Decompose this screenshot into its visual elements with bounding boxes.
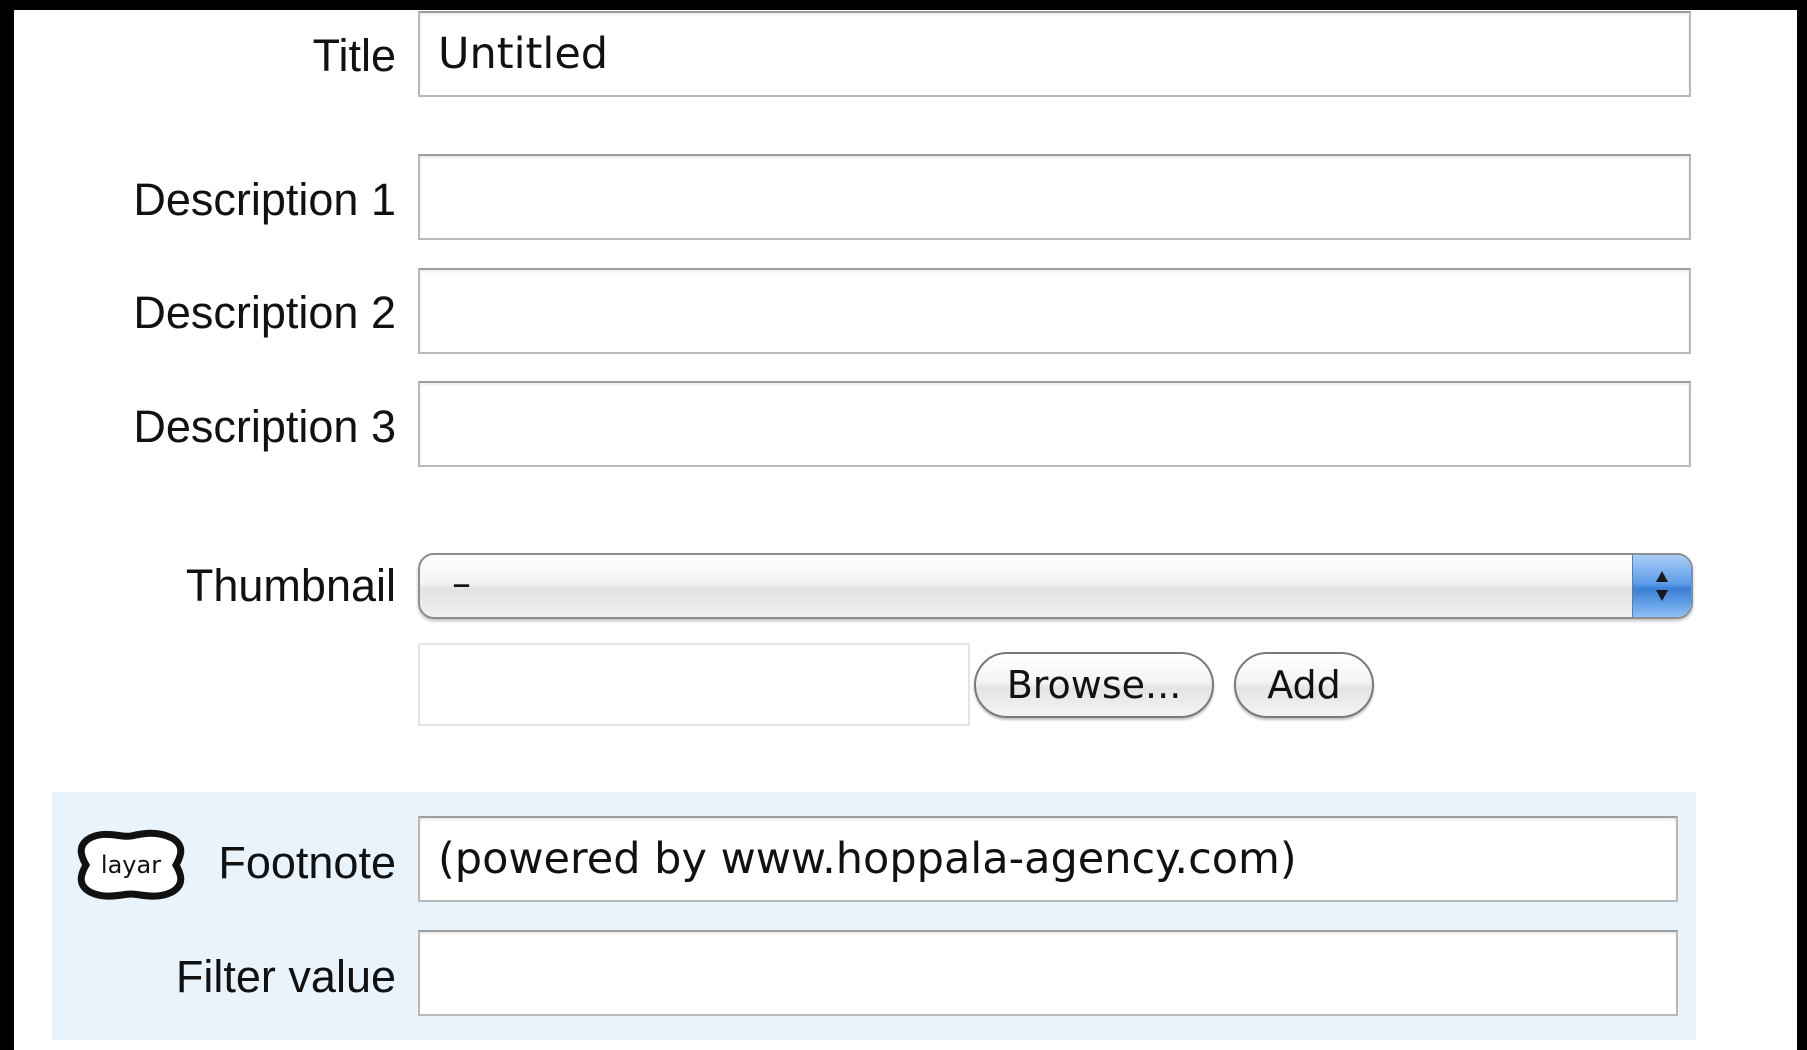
description-2-label: Description 2 [133, 287, 396, 338]
description-3-input[interactable] [418, 381, 1691, 467]
description-1-input[interactable] [418, 154, 1691, 240]
title-label: Title [312, 30, 396, 81]
thumbnail-select[interactable]: – [418, 553, 1693, 619]
layar-logo: layar [76, 828, 186, 902]
filter-value-label: Filter value [175, 951, 396, 1002]
thumbnail-label: Thumbnail [185, 560, 396, 611]
title-input[interactable]: Untitled [418, 11, 1691, 97]
filter-value-input[interactable] [418, 930, 1678, 1016]
footnote-input[interactable]: (powered by www.hoppala-agency.com) [418, 816, 1678, 902]
browse-button[interactable]: Browse... [974, 652, 1214, 718]
layar-logo-text: layar [100, 851, 162, 879]
screen: Title Untitled Description 1 Description… [0, 0, 1807, 1050]
up-down-chevron-icon [1632, 555, 1691, 617]
add-button[interactable]: Add [1234, 652, 1374, 718]
footnote-label: Footnote [218, 837, 396, 888]
description-2-input[interactable] [418, 268, 1691, 354]
description-1-label: Description 1 [133, 174, 396, 225]
thumbnail-select-value: – [452, 561, 471, 605]
description-3-label: Description 3 [133, 401, 396, 452]
thumbnail-file-input[interactable] [418, 643, 970, 726]
